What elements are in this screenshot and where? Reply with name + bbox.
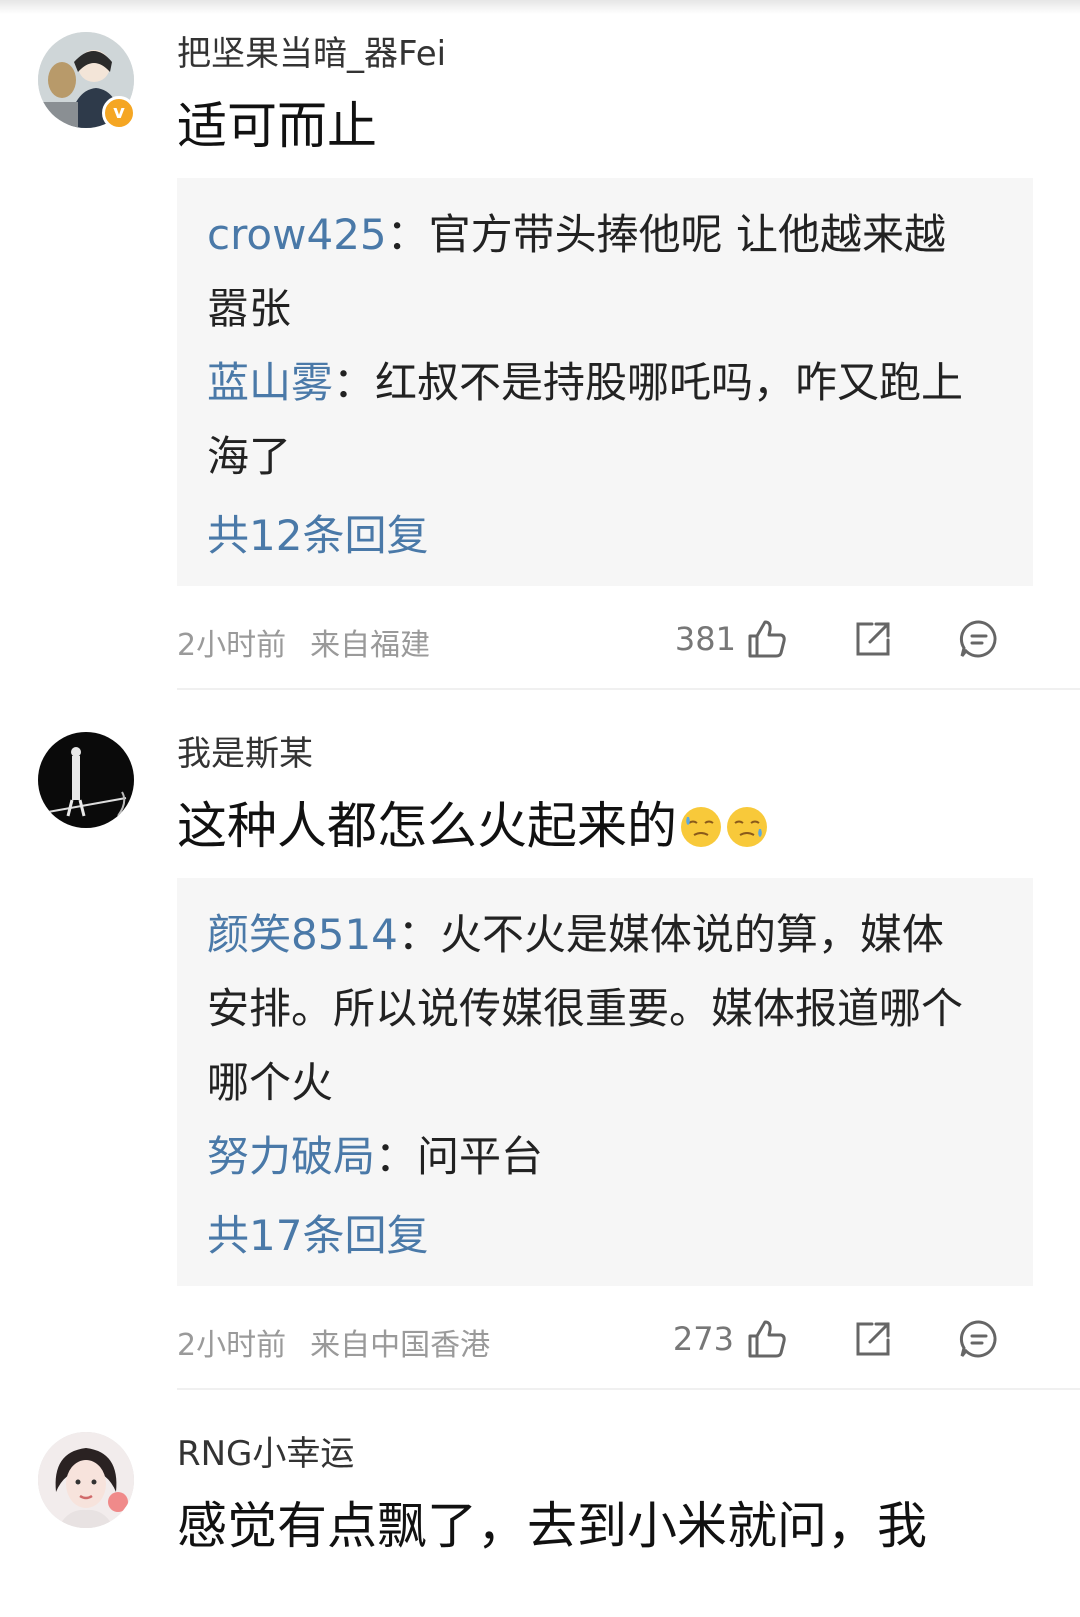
view-all-replies-link[interactable]: 共12条回复 bbox=[207, 502, 428, 563]
reply-username[interactable]: crow425 bbox=[207, 210, 387, 259]
comment-username[interactable]: 我是斯某 bbox=[177, 726, 313, 775]
comment-text: 这种人都怎么火起来的 bbox=[177, 786, 769, 858]
reply-username[interactable]: 颜笑8514 bbox=[207, 910, 398, 959]
divider bbox=[177, 688, 1080, 690]
comment-icon[interactable] bbox=[958, 1318, 1000, 1360]
like-count: 381 bbox=[674, 620, 736, 658]
comment-text: 适可而止 bbox=[177, 97, 377, 155]
reply-preview-box[interactable]: crow425：官方带头捧他呢 让他越来越嚣张 蓝山雾：红叔不是持股哪吒吗，咋又… bbox=[177, 178, 1033, 586]
reply-item[interactable]: 颜笑8514：火不火是媒体说的算，媒体安排。所以说传媒很重要。媒体报道哪个哪个火 bbox=[207, 898, 977, 1120]
reply-username[interactable]: 蓝山雾 bbox=[207, 358, 333, 407]
comment-time: 2小时前 bbox=[177, 1328, 287, 1363]
comment-username[interactable]: RNG小幸运 bbox=[177, 1426, 354, 1475]
reply-username[interactable]: 努力破局 bbox=[207, 1132, 375, 1181]
thumbs-up-icon[interactable] bbox=[746, 618, 788, 660]
comment-meta: 2小时前 来自中国香港 bbox=[177, 1320, 490, 1364]
sweat-emoji-icon bbox=[681, 807, 721, 847]
top-edge-shadow bbox=[0, 0, 1080, 14]
comment-icon[interactable] bbox=[958, 618, 1000, 660]
reply-text: 问平台 bbox=[417, 1132, 544, 1181]
comment-location: 来自福建 bbox=[310, 628, 431, 663]
reply-item[interactable]: 努力破局：问平台 bbox=[207, 1120, 977, 1194]
thumbs-up-icon[interactable] bbox=[746, 1318, 788, 1360]
comment-text: 感觉有点飘了，去到小米就问，我 bbox=[177, 1497, 927, 1555]
reply-separator: ： bbox=[375, 1132, 418, 1181]
comment-meta: 2小时前 来自福建 bbox=[177, 620, 430, 664]
reply-separator: ： bbox=[386, 210, 429, 259]
comment-location: 来自中国香港 bbox=[310, 1328, 491, 1363]
reply-separator: ： bbox=[333, 358, 376, 407]
sweat-emoji-icon bbox=[727, 807, 767, 847]
view-all-replies-link[interactable]: 共17条回复 bbox=[207, 1202, 428, 1263]
share-icon[interactable] bbox=[852, 1318, 894, 1360]
comment-time: 2小时前 bbox=[177, 628, 287, 663]
avatar[interactable] bbox=[38, 1432, 134, 1528]
reply-preview-box[interactable]: 颜笑8514：火不火是媒体说的算，媒体安排。所以说传媒很重要。媒体报道哪个哪个火… bbox=[177, 878, 1033, 1286]
reply-item[interactable]: 蓝山雾：红叔不是持股哪吒吗，咋又跑上海了 bbox=[207, 346, 977, 494]
comment-username[interactable]: 把坚果当暗_器Fei bbox=[177, 26, 446, 75]
reply-separator: ： bbox=[397, 910, 440, 959]
divider bbox=[177, 1388, 1080, 1390]
verified-badge-icon: v bbox=[102, 96, 136, 130]
reply-item[interactable]: crow425：官方带头捧他呢 让他越来越嚣张 bbox=[207, 198, 977, 346]
share-icon[interactable] bbox=[852, 618, 894, 660]
comment-text-body: 这种人都怎么火起来的 bbox=[177, 797, 677, 855]
like-count: 273 bbox=[672, 1320, 734, 1358]
avatar[interactable] bbox=[38, 732, 134, 828]
